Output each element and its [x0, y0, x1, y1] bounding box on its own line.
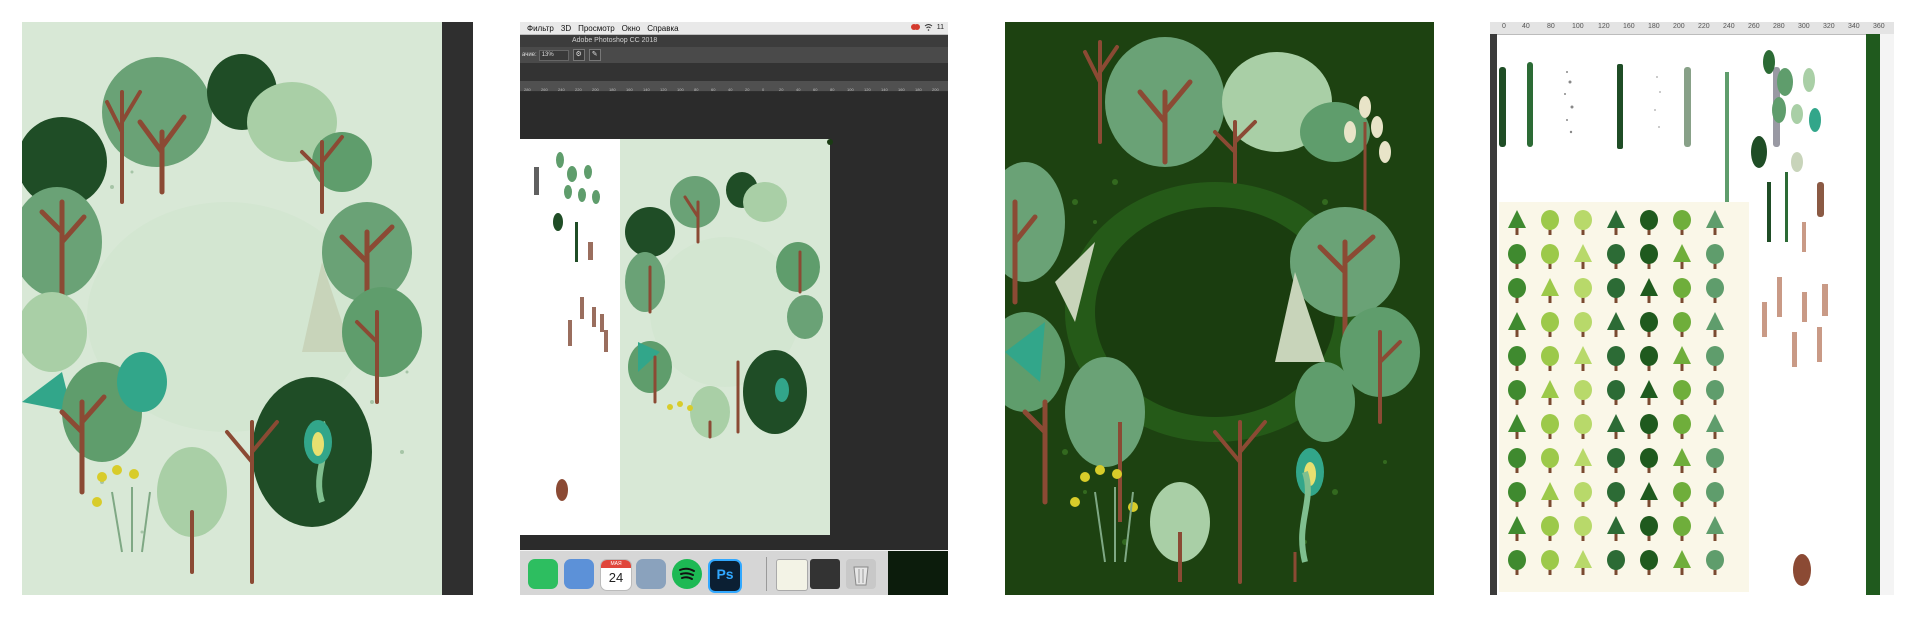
preview-icon[interactable]	[636, 559, 666, 589]
forest-wreath-dark-illustration	[1005, 22, 1434, 595]
wifi-icon[interactable]	[924, 23, 933, 31]
artwork-light-forest	[22, 22, 473, 595]
artwork-dark-forest	[1005, 22, 1434, 595]
opacity-select[interactable]: 13%	[538, 49, 569, 61]
calendar-month: МАЯ	[601, 560, 631, 568]
photoshop-screen: Фильтр 3D Просмотр Окно Справка 11 Adobe…	[520, 22, 948, 595]
creative-cloud-icon[interactable]	[910, 23, 920, 31]
menubar-clock[interactable]: 11	[937, 24, 944, 31]
pasteboard-edge	[1880, 34, 1894, 595]
screenshot-icon[interactable]	[810, 559, 840, 589]
calendar-icon[interactable]: МАЯ 24	[600, 559, 632, 591]
horizontal-ruler[interactable]: 280 260 240 220 200 180 160 140 120 100 80 60 40 20 0 2…	[520, 81, 948, 92]
menu-view[interactable]: Просмотр	[578, 24, 615, 33]
evernote-icon[interactable]	[528, 559, 558, 589]
menu-3d[interactable]: 3D	[561, 24, 571, 33]
mac-dock: МАЯ 24 Ps	[520, 550, 948, 595]
menu-filter[interactable]: Фильтр	[527, 24, 554, 33]
calendar-day: 24	[608, 570, 624, 585]
menu-help[interactable]: Справка	[647, 24, 678, 33]
document-canvas	[520, 139, 833, 535]
mac-menubar: Фильтр 3D Просмотр Окно Справка 11	[520, 22, 948, 35]
desktop-background	[888, 551, 948, 595]
trash-icon[interactable]	[846, 559, 876, 589]
forest-wreath-light-illustration	[22, 22, 473, 595]
document-icon[interactable]	[776, 559, 808, 591]
options-bar: ачие: 13% ⚙ ✎	[520, 47, 948, 64]
photoshop-titlebar: Adobe Photoshop CC 2018	[520, 35, 948, 47]
menu-window[interactable]: Окно	[622, 24, 641, 33]
document-tab-bar	[520, 64, 948, 81]
photoshop-icon[interactable]: Ps	[708, 559, 742, 593]
dock-separator	[766, 557, 767, 591]
vertical-ruler[interactable]	[1490, 34, 1497, 595]
menubar-status-area: 11	[910, 23, 944, 31]
spotify-icon[interactable]	[672, 559, 702, 589]
canvas-workspace[interactable]	[520, 92, 948, 572]
brush-strokes-and-tree-stamps	[1499, 50, 1828, 592]
gear-icon[interactable]: ⚙	[572, 49, 585, 61]
opacity-label: ачие:	[522, 52, 537, 58]
app-title: Adobe Photoshop CC 2018	[572, 37, 658, 44]
brush-reference-sheet: 0 40 80 100 120 160 180 200 220 240 260 …	[1490, 22, 1894, 595]
brush-pressure-icon[interactable]: ✎	[588, 49, 601, 61]
keynote-icon[interactable]	[564, 559, 594, 589]
